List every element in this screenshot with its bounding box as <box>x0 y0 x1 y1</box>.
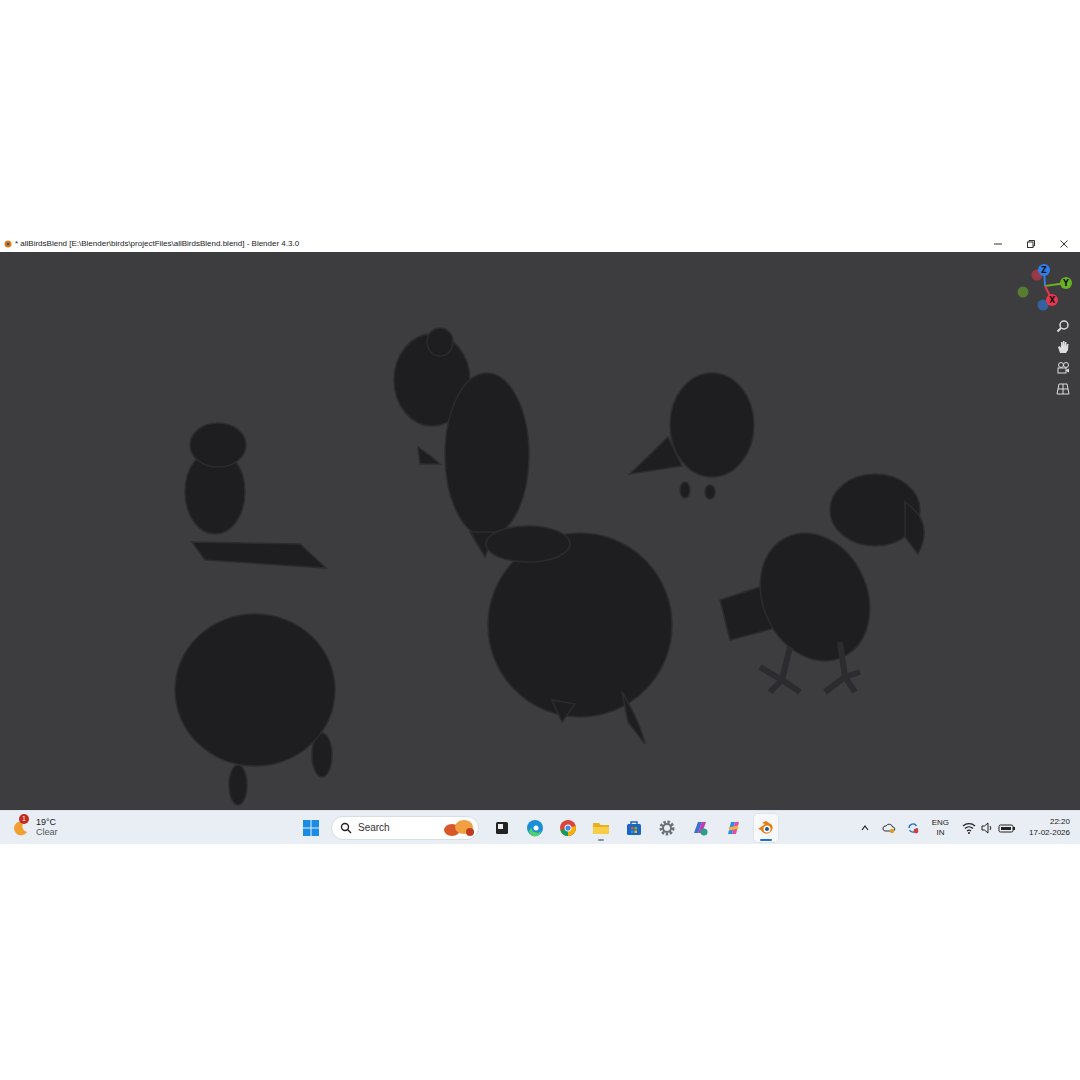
search-highlight-icon <box>442 818 476 838</box>
perspective-button[interactable] <box>1055 381 1071 397</box>
taskbar-app[interactable] <box>589 814 613 842</box>
search-box[interactable]: Search <box>331 816 479 840</box>
bird-model[interactable] <box>720 474 924 692</box>
running-indicator <box>760 839 772 841</box>
temperature: 19°C <box>36 818 58 828</box>
axis-gizmo[interactable]: Z YX <box>1010 258 1076 316</box>
taskbar-app[interactable] <box>622 814 646 842</box>
taskbar-app[interactable] <box>688 814 712 842</box>
bird-model[interactable] <box>486 526 672 744</box>
close-button[interactable] <box>1047 236 1080 252</box>
bird-models[interactable] <box>0 252 1080 810</box>
wifi-icon <box>962 821 976 835</box>
clock[interactable]: 22:2017-02-2026 <box>1025 817 1070 838</box>
search-icon <box>340 822 352 834</box>
3d-viewport[interactable]: Z YX <box>0 252 1080 810</box>
task-view-icon <box>493 819 511 837</box>
axis-label: Z <box>1041 266 1047 275</box>
folder-icon <box>592 819 610 837</box>
copilot-icon <box>724 819 742 837</box>
title-bar: * allBirdsBlend [E:\Blender\birds\projec… <box>0 236 1080 252</box>
system-tray: ENGIN 22:2017-02-2026 <box>856 816 1080 840</box>
window-title: * allBirdsBlend [E:\Blender\birds\projec… <box>15 240 299 248</box>
axis-handle[interactable] <box>1038 264 1050 276</box>
language-indicator[interactable]: ENGIN <box>928 818 953 836</box>
blender-logo-icon <box>2 239 12 249</box>
axis-handle[interactable] <box>1046 294 1058 306</box>
bird-model[interactable] <box>394 328 529 557</box>
grid-icon <box>1056 382 1070 396</box>
taskbar-app[interactable] <box>721 814 745 842</box>
zoom-icon <box>1056 319 1070 333</box>
screen: * allBirdsBlend [E:\Blender\birds\projec… <box>0 0 1080 1080</box>
microsoft-365-icon <box>691 819 709 837</box>
taskbar-app[interactable] <box>490 814 514 842</box>
zoom-button[interactable] <box>1055 318 1071 334</box>
hand-icon <box>1056 340 1070 354</box>
cloud-icon <box>882 821 896 835</box>
region: IN <box>936 828 944 837</box>
bird-model[interactable] <box>175 614 335 805</box>
pan-button[interactable] <box>1055 339 1071 355</box>
camera-icon <box>1056 361 1070 375</box>
battery-icon <box>998 821 1016 835</box>
bird-model[interactable] <box>630 373 754 499</box>
notification-badge: 1 <box>19 814 29 824</box>
gear-icon <box>658 819 676 837</box>
edge-icon <box>526 819 544 837</box>
windows-icon <box>302 819 320 837</box>
bottom-margin <box>0 844 1080 1080</box>
store-icon <box>625 819 643 837</box>
minimize-button[interactable] <box>981 236 1014 252</box>
language: ENG <box>932 818 949 827</box>
show-hidden-icons-button[interactable] <box>856 816 874 840</box>
taskbar-app[interactable] <box>754 814 778 842</box>
start-button[interactable] <box>300 815 322 841</box>
window-controls <box>981 236 1080 252</box>
taskbar-app[interactable] <box>655 814 679 842</box>
taskbar: 119°CClearSearchENGIN22:2017-02-2026 <box>0 810 1080 844</box>
taskbar-app[interactable] <box>523 814 547 842</box>
restore-button[interactable] <box>1014 236 1047 252</box>
negative-axis-icon[interactable] <box>1018 287 1029 298</box>
axis-handle[interactable] <box>1060 277 1072 289</box>
running-indicator <box>598 839 604 841</box>
axis-label: Y <box>1062 279 1069 288</box>
onedrive-button[interactable] <box>880 816 898 840</box>
axis-label: X <box>1049 296 1056 305</box>
quick-settings-button[interactable] <box>959 821 1019 835</box>
weather-widget[interactable]: 119°CClear <box>0 818 300 838</box>
chevron-up-icon <box>860 823 870 833</box>
bird-model[interactable] <box>185 423 326 568</box>
navigation-controls <box>1055 318 1071 397</box>
sync-button[interactable] <box>904 816 922 840</box>
chrome-icon <box>559 819 577 837</box>
restore-icon <box>1026 239 1036 249</box>
minimize-icon <box>993 239 1003 249</box>
taskbar-app[interactable] <box>556 814 580 842</box>
weather-condition: Clear <box>36 828 58 838</box>
search-placeholder: Search <box>358 822 390 833</box>
camera-view-button[interactable] <box>1055 360 1071 376</box>
blender-icon <box>757 819 775 837</box>
close-icon <box>1059 239 1069 249</box>
date: 17-02-2026 <box>1029 828 1070 838</box>
sync-icon <box>906 821 920 835</box>
volume-icon <box>980 821 994 835</box>
time: 22:20 <box>1050 817 1070 827</box>
